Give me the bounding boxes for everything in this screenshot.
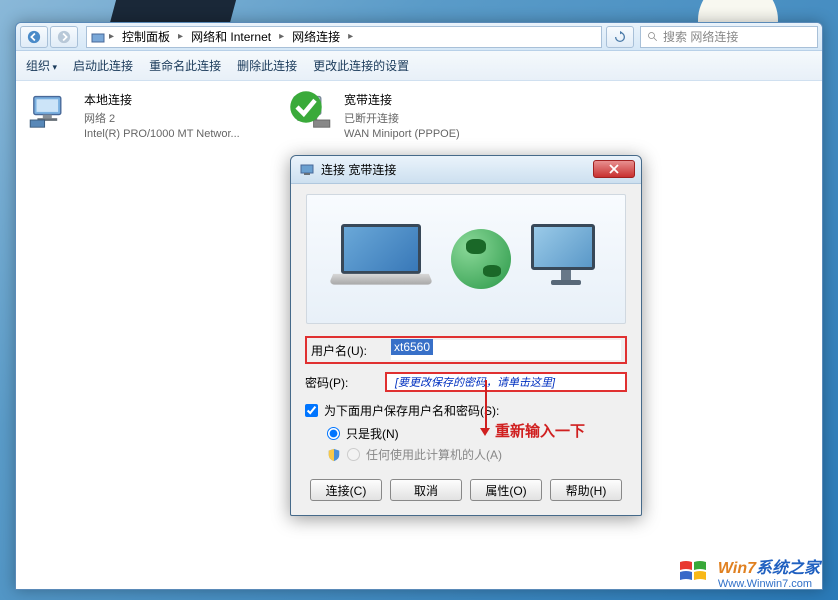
cancel-button[interactable]: 取消 xyxy=(390,479,462,501)
annotation-arrow xyxy=(485,380,487,430)
start-connection-button[interactable]: 启动此连接 xyxy=(73,57,133,74)
rename-connection-button[interactable]: 重命名此连接 xyxy=(149,57,221,74)
save-credentials-label: 为下面用户保存用户名和密码(S): xyxy=(324,402,499,419)
watermark-title-a: Win7 xyxy=(718,560,756,577)
connection-network: 网络 2 xyxy=(84,110,240,126)
close-icon xyxy=(609,164,619,174)
connection-status: 已断开连接 xyxy=(344,110,460,126)
annotation-arrowhead xyxy=(480,428,490,436)
windows-flag-icon xyxy=(678,558,710,586)
close-button[interactable] xyxy=(593,160,635,178)
lan-icon xyxy=(26,91,74,131)
anyone-label: 任何使用此计算机的人(A) xyxy=(366,446,502,463)
connection-name: 宽带连接 xyxy=(344,91,460,108)
organize-menu[interactable]: 组织 xyxy=(26,57,57,74)
check-badge-icon xyxy=(284,89,328,125)
breadcrumb[interactable]: ▸ 控制面板 ▸ 网络和 Internet ▸ 网络连接 ▸ xyxy=(86,26,602,48)
connection-name: 本地连接 xyxy=(84,91,240,108)
password-label: 密码(P): xyxy=(305,374,375,391)
titlebar: ▸ 控制面板 ▸ 网络和 Internet ▸ 网络连接 ▸ 搜索 网络连接 xyxy=(16,23,822,51)
breadcrumb-item[interactable]: 网络连接 xyxy=(288,28,344,45)
connect-dialog: 连接 宽带连接 用户名(U): xt6560 密码(P): [要更改保存的密码，… xyxy=(290,155,642,516)
search-input[interactable]: 搜索 网络连接 xyxy=(640,26,818,48)
annotation-text: 重新输入一下 xyxy=(495,420,585,441)
watermark-url: Www.Winwin7.com xyxy=(718,578,820,590)
delete-connection-button[interactable]: 删除此连接 xyxy=(237,57,297,74)
change-settings-button[interactable]: 更改此连接的设置 xyxy=(313,57,409,74)
connection-local[interactable]: 本地连接 网络 2 Intel(R) PRO/1000 MT Networ... xyxy=(26,91,266,140)
refresh-button[interactable] xyxy=(606,26,634,48)
watermark-title-b: 系统之家 xyxy=(756,560,820,577)
connection-device: WAN Miniport (PPPOE) xyxy=(344,128,460,140)
connect-button[interactable]: 连接(C) xyxy=(310,479,382,501)
dialog-illustration xyxy=(306,194,626,324)
modem-icon xyxy=(286,91,334,131)
anyone-radio xyxy=(347,448,360,461)
password-hint: [要更改保存的密码，请单击这里] xyxy=(391,377,559,389)
dialog-title: 连接 宽带连接 xyxy=(321,161,396,178)
help-button[interactable]: 帮助(H) xyxy=(550,479,622,501)
save-credentials-checkbox[interactable] xyxy=(305,404,318,417)
drive-icon xyxy=(91,30,105,44)
search-icon xyxy=(647,31,659,43)
toolbar: 组织 启动此连接 重命名此连接 删除此连接 更改此连接的设置 xyxy=(16,51,822,81)
breadcrumb-item[interactable]: 控制面板 xyxy=(118,28,174,45)
connection-broadband[interactable]: 宽带连接 已断开连接 WAN Miniport (PPPOE) xyxy=(286,91,526,140)
watermark: Win7系统之家 Www.Winwin7.com xyxy=(678,554,820,590)
shield-icon xyxy=(327,448,341,462)
breadcrumb-item[interactable]: 网络和 Internet xyxy=(187,28,275,45)
connection-icon xyxy=(299,162,315,178)
nav-back-button[interactable] xyxy=(20,26,48,48)
username-value: xt6560 xyxy=(391,339,433,355)
password-input[interactable]: [要更改保存的密码，请单击这里] xyxy=(385,372,627,392)
only-me-radio[interactable] xyxy=(327,427,340,440)
only-me-label: 只是我(N) xyxy=(346,425,399,442)
nav-forward-button[interactable] xyxy=(50,26,78,48)
connection-device: Intel(R) PRO/1000 MT Networ... xyxy=(84,128,240,140)
search-placeholder: 搜索 网络连接 xyxy=(663,28,738,45)
username-input[interactable]: xt6560 xyxy=(391,340,621,360)
properties-button[interactable]: 属性(O) xyxy=(470,479,542,501)
username-label: 用户名(U): xyxy=(311,342,381,359)
dialog-titlebar: 连接 宽带连接 xyxy=(291,156,641,184)
